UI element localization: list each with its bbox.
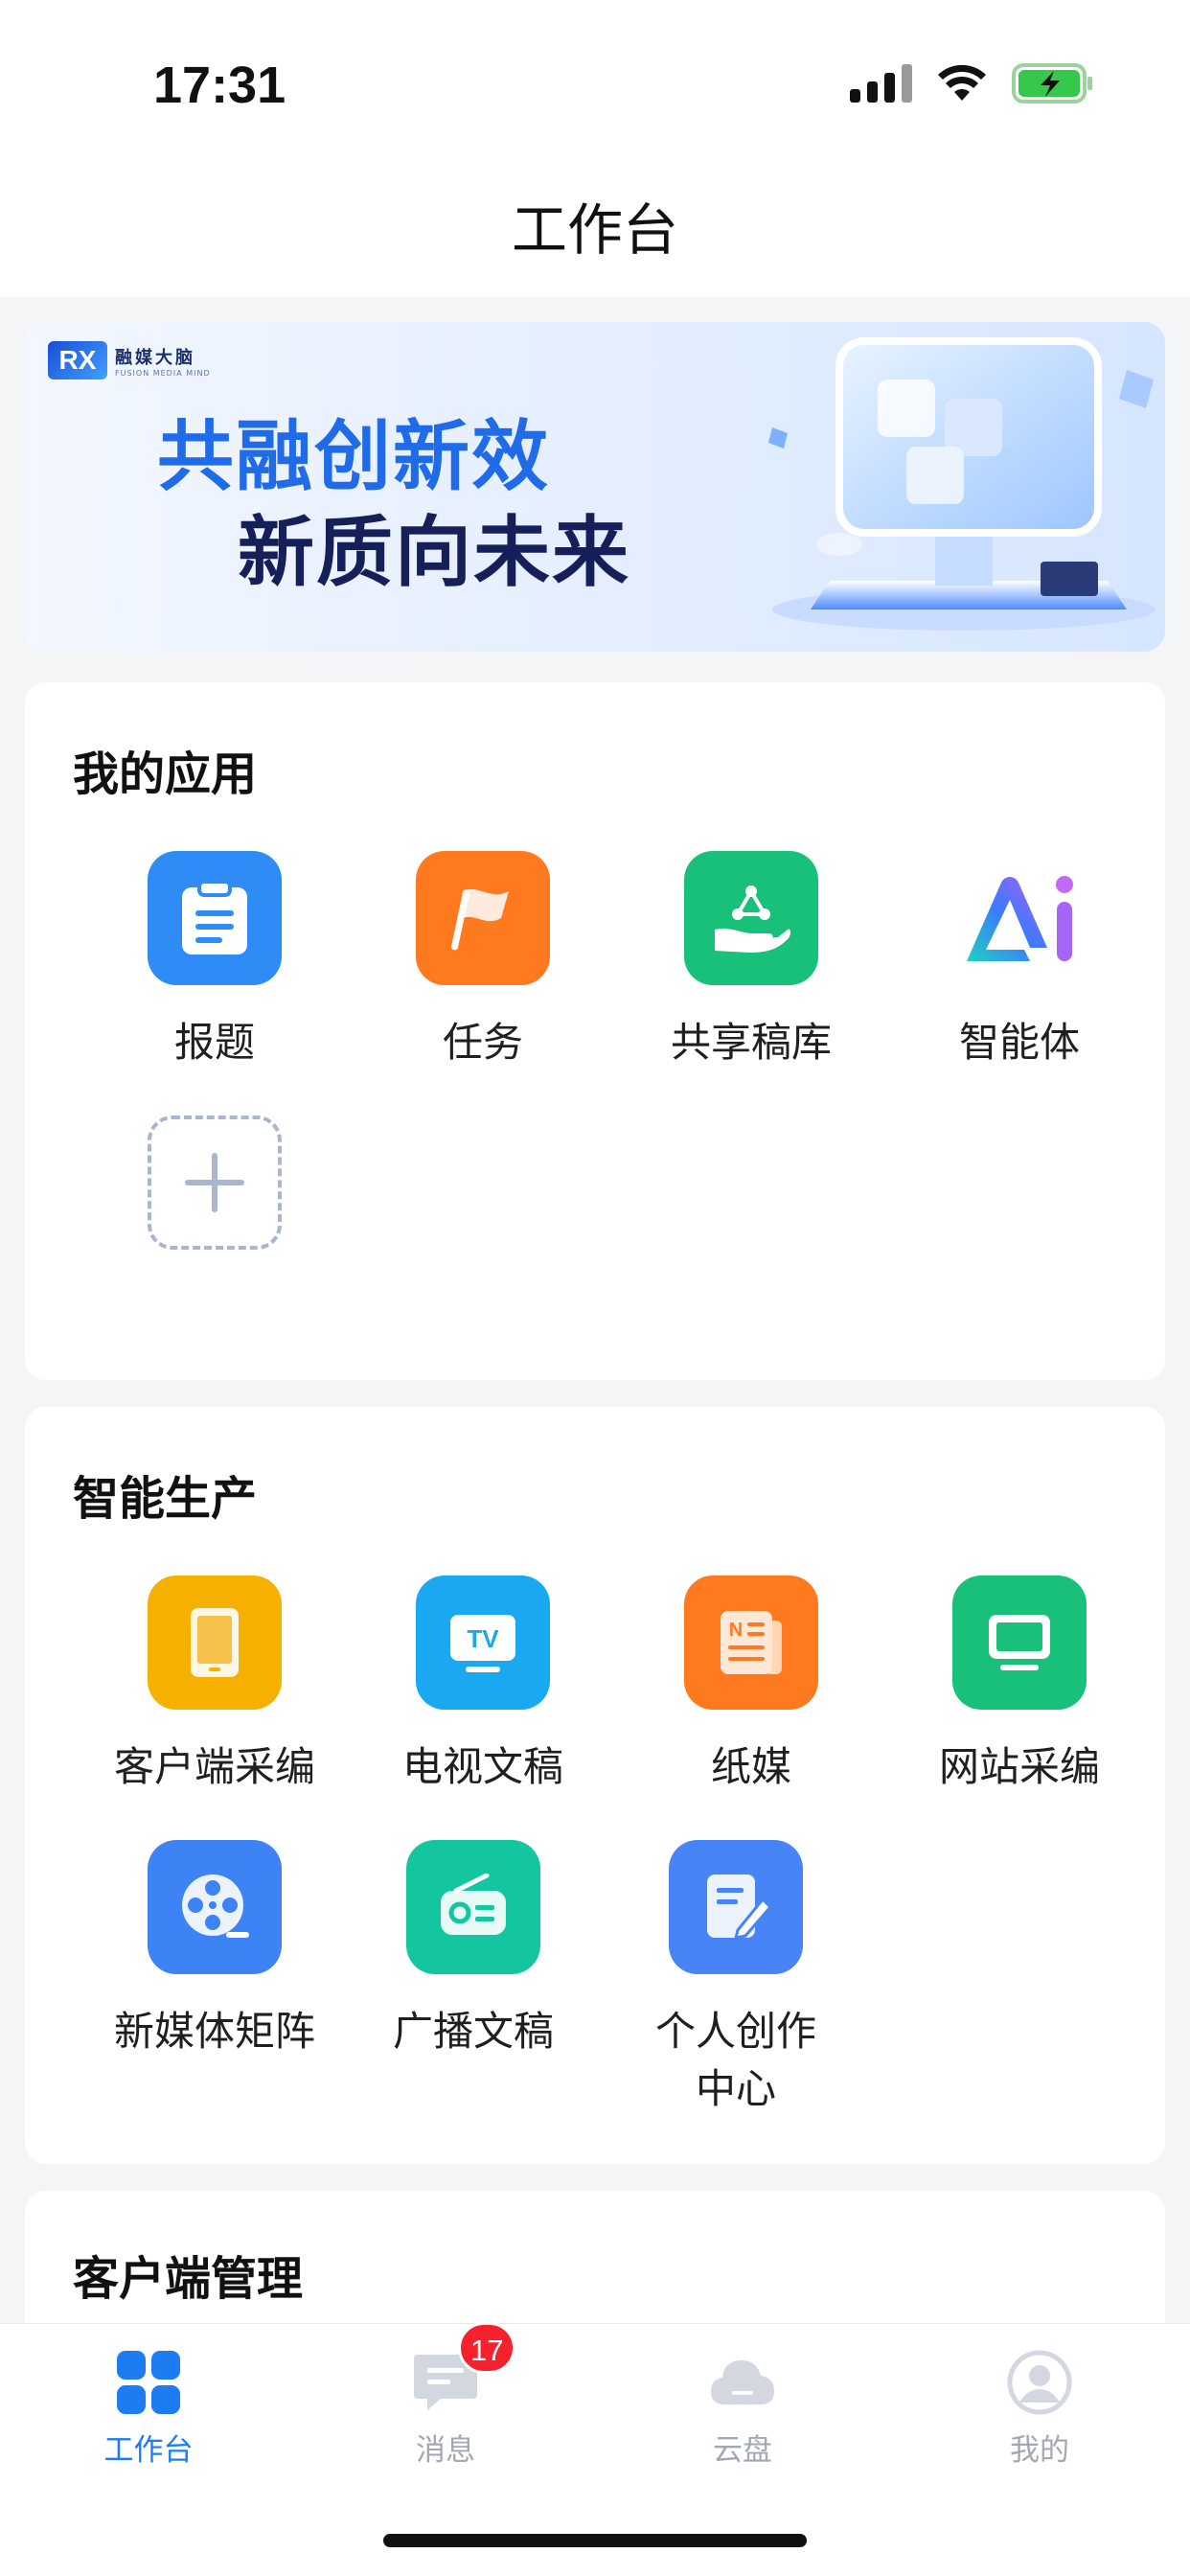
brand-logo-english: FUSION MEDIA MIND xyxy=(115,368,211,378)
app-item-website-editing[interactable]: 网站采编 xyxy=(885,1576,1154,1796)
cloud-icon xyxy=(709,2349,776,2416)
monitor-icon xyxy=(952,1576,1087,1710)
svg-text:TV: TV xyxy=(467,1624,499,1653)
banner-headline-2: 新质向未来 xyxy=(238,508,630,597)
smart-production-card: 智能生产 客户端采编 TV 电视文稿 N 纸媒 网站采编 新媒体矩阵 广播文稿 … xyxy=(25,1407,1165,2164)
app-item-radio-script[interactable]: 广播文稿 xyxy=(339,1840,607,2060)
tab-label: 云盘 xyxy=(713,2433,772,2468)
tab-label: 我的 xyxy=(1010,2433,1069,2468)
tab-label: 工作台 xyxy=(103,2433,194,2468)
clipboard-icon xyxy=(148,851,282,985)
page-title: 工作台 xyxy=(0,192,1190,297)
promo-banner[interactable]: RX 融媒大脑 FUSION MEDIA MIND 共融创新效 新质向未来 xyxy=(25,322,1165,652)
smart-production-title: 智能生产 xyxy=(73,1472,258,1526)
newspaper-icon: N xyxy=(684,1576,818,1710)
brand-logo-mark: RX xyxy=(48,341,107,380)
app-item-newspaper[interactable]: N 纸媒 xyxy=(617,1576,885,1796)
plus-icon xyxy=(148,1116,282,1250)
app-label: 电视文稿 xyxy=(401,1743,563,1790)
add-app-button[interactable] xyxy=(80,1116,349,1250)
app-item-ai-agent[interactable]: 智能体 xyxy=(885,851,1154,1071)
home-indicator[interactable] xyxy=(383,2534,807,2547)
unread-badge: 17 xyxy=(458,2322,516,2374)
flag-icon xyxy=(416,851,550,985)
my-apps-card: 我的应用 报题 任务 共享稿库 智能体 xyxy=(25,682,1165,1380)
app-item-personal-creation[interactable]: 个人创作中心 xyxy=(602,1840,870,2118)
client-management-title: 客户端管理 xyxy=(73,2252,304,2306)
status-bar: 17:31 xyxy=(0,0,1190,172)
ai-logo-icon xyxy=(952,851,1087,985)
app-label: 广播文稿 xyxy=(392,2008,554,2055)
app-item-shared-library[interactable]: 共享稿库 xyxy=(617,851,885,1071)
radio-icon xyxy=(406,1840,540,1974)
tab-label: 消息 xyxy=(416,2433,475,2468)
profile-icon xyxy=(1006,2349,1073,2416)
tab-messages[interactable]: 17 消息 xyxy=(297,2322,594,2469)
app-label: 网站采编 xyxy=(938,1743,1100,1790)
app-label: 共享稿库 xyxy=(670,1019,832,1066)
film-reel-icon xyxy=(148,1840,282,1974)
app-item-tv-script[interactable]: TV 电视文稿 xyxy=(349,1576,617,1796)
tablet-icon xyxy=(148,1576,282,1710)
app-item-report-topic[interactable]: 报题 xyxy=(80,851,349,1071)
app-label: 客户端采编 xyxy=(113,1743,315,1790)
app-label: 智能体 xyxy=(958,1019,1080,1066)
app-label: 报题 xyxy=(173,1019,255,1066)
app-label: 纸媒 xyxy=(710,1743,791,1790)
app-item-client-editing[interactable]: 客户端采编 xyxy=(80,1576,349,1796)
shared-hand-icon xyxy=(684,851,818,985)
wifi-icon xyxy=(937,64,987,103)
battery-charging-icon xyxy=(1012,63,1094,104)
brand-logo-name: 融媒大脑 xyxy=(115,347,195,368)
app-item-new-media-matrix[interactable]: 新媒体矩阵 xyxy=(80,1840,349,2060)
computer-illustration-icon xyxy=(768,337,1156,631)
tab-workbench[interactable]: 工作台 xyxy=(0,2349,297,2469)
status-time: 17:31 xyxy=(153,57,286,114)
edit-document-icon xyxy=(669,1840,803,1974)
tab-cloud-drive[interactable]: 云盘 xyxy=(594,2349,891,2469)
brand-logo: RX 融媒大脑 FUSION MEDIA MIND xyxy=(48,341,211,380)
status-icons xyxy=(850,63,1094,104)
app-item-task[interactable]: 任务 xyxy=(349,851,617,1071)
tv-icon: TV xyxy=(416,1576,550,1710)
app-label: 任务 xyxy=(442,1019,523,1066)
svg-text:N: N xyxy=(729,1620,743,1641)
tab-profile[interactable]: 我的 xyxy=(891,2349,1188,2469)
app-label: 个人创作中心 xyxy=(654,2008,816,2112)
message-icon: 17 xyxy=(412,2322,516,2416)
my-apps-title: 我的应用 xyxy=(73,748,258,801)
app-label: 新媒体矩阵 xyxy=(113,2008,315,2055)
grid-icon xyxy=(115,2349,182,2416)
banner-headline-1: 共融创新效 xyxy=(157,412,550,501)
signal-icon xyxy=(850,64,912,103)
